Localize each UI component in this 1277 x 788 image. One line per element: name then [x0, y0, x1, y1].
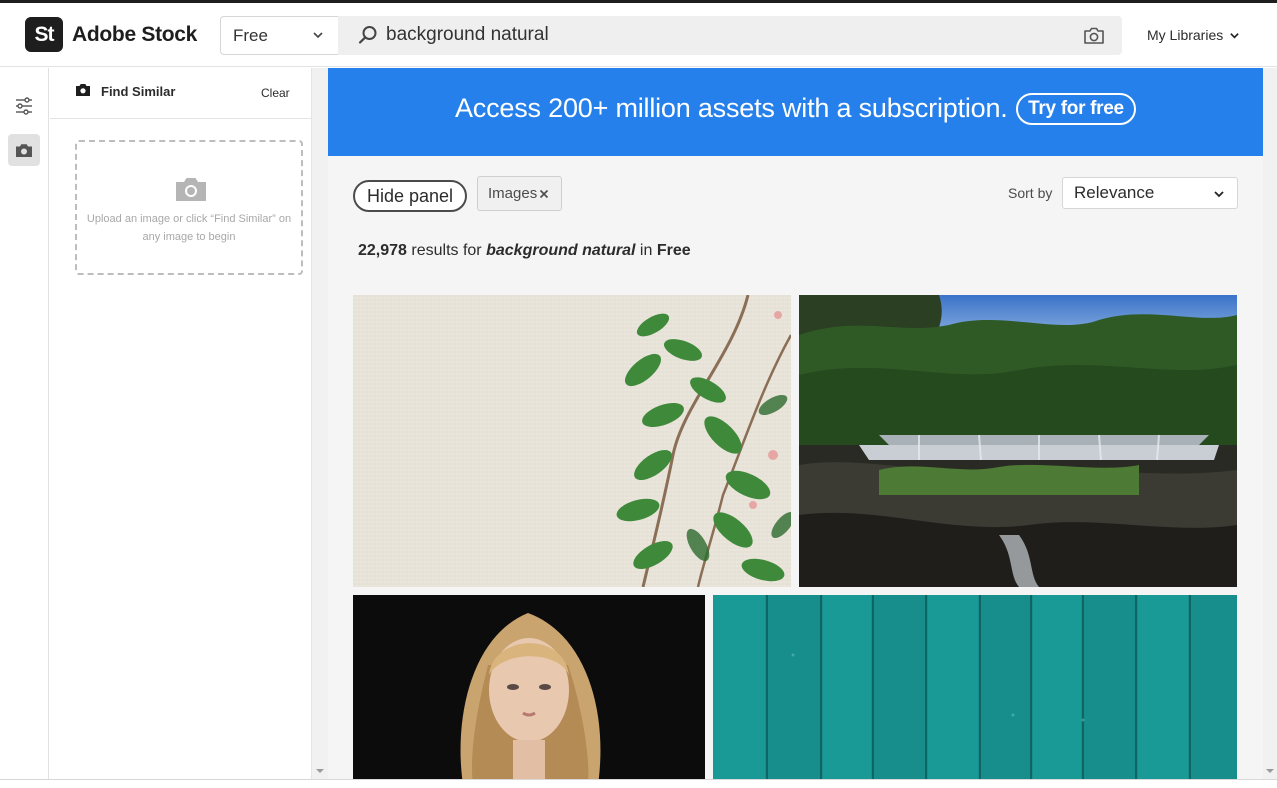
- license-dropdown[interactable]: Free: [220, 16, 338, 55]
- search-results-area: Access 200+ million assets with a subscr…: [328, 68, 1263, 779]
- adobe-stock-logo[interactable]: St Adobe Stock: [25, 17, 197, 52]
- hide-panel-button[interactable]: Hide panel: [353, 180, 467, 212]
- scroll-down-arrow-icon[interactable]: [1265, 767, 1275, 775]
- filter-chip-label: Images: [488, 185, 538, 202]
- search-input[interactable]: [386, 22, 1066, 48]
- filter-chip-images[interactable]: Images: [477, 176, 562, 211]
- close-icon[interactable]: [539, 189, 549, 199]
- panel-scrollbar[interactable]: [312, 68, 328, 779]
- banner-message: Access 200+ million assets with a subscr…: [455, 93, 1008, 123]
- results-count: 22,978: [358, 242, 407, 259]
- clear-button[interactable]: Clear: [261, 86, 290, 100]
- scroll-down-arrow-icon[interactable]: [315, 767, 325, 775]
- find-similar-panel: Find Similar Clear Upload an image or cl…: [50, 68, 312, 779]
- result-thumbnail[interactable]: [353, 295, 791, 587]
- result-thumbnail[interactable]: [799, 295, 1237, 587]
- search-icon: [358, 26, 377, 44]
- my-libraries-menu[interactable]: My Libraries: [1147, 27, 1240, 43]
- find-similar-tool-button[interactable]: [8, 134, 40, 166]
- license-dropdown-value: Free: [233, 25, 268, 45]
- results-summary: 22,978 results for background natural in…: [358, 242, 691, 260]
- results-in: in: [639, 242, 653, 259]
- results-license: Free: [656, 242, 691, 259]
- left-tool-rail: [0, 68, 49, 779]
- result-thumbnail[interactable]: [713, 595, 1237, 779]
- teal-wood-image: [713, 595, 1237, 779]
- top-header: St Adobe Stock Free My Libraries: [0, 3, 1277, 67]
- chevron-down-icon: [313, 32, 323, 39]
- results-prefix: results for: [411, 242, 482, 259]
- search-box: [338, 16, 1122, 55]
- try-for-free-button[interactable]: Try for free: [1016, 93, 1136, 125]
- waterfall-image: [799, 295, 1237, 587]
- chevron-down-icon: [1214, 191, 1224, 198]
- sort-dropdown-value: Relevance: [1074, 183, 1155, 202]
- sliders-icon: [16, 97, 32, 115]
- upload-instructions: Upload an image or click “Find Similar” …: [86, 213, 292, 243]
- visual-search-camera-icon[interactable]: [1083, 26, 1105, 46]
- filters-button[interactable]: [8, 90, 40, 122]
- camera-icon: [76, 84, 90, 96]
- bottom-edge: [0, 779, 1277, 788]
- chevron-down-icon: [1230, 32, 1240, 39]
- logo-mark: St: [25, 17, 63, 52]
- camera-icon: [176, 178, 206, 201]
- portrait-image: [353, 595, 705, 779]
- sort-by-label: Sort by: [1008, 185, 1053, 201]
- page-scrollbar[interactable]: [1263, 68, 1277, 779]
- subscription-banner: Access 200+ million assets with a subscr…: [328, 68, 1263, 156]
- sort-dropdown[interactable]: Relevance: [1062, 177, 1238, 209]
- panel-header: Find Similar Clear: [50, 68, 312, 119]
- image-upload-dropzone[interactable]: Upload an image or click “Find Similar” …: [75, 140, 303, 275]
- panel-title: Find Similar: [101, 84, 176, 99]
- my-libraries-label: My Libraries: [1147, 27, 1224, 43]
- camera-icon: [16, 143, 32, 157]
- results-query: background natural: [486, 242, 636, 259]
- logo-wordmark: Adobe Stock: [72, 22, 198, 46]
- result-thumbnail[interactable]: [353, 595, 705, 779]
- scroll-up-arrow-icon[interactable]: [1266, 68, 1274, 88]
- linen-botanical-image: [353, 295, 791, 587]
